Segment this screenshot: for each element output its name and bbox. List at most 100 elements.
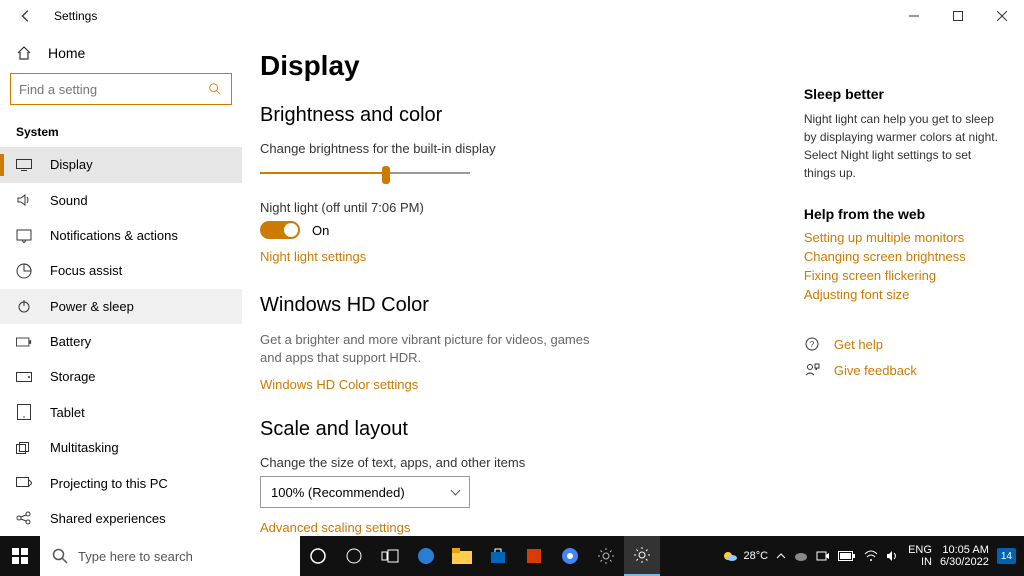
tb-settings-running-icon[interactable] — [624, 536, 660, 576]
multitasking-icon — [16, 440, 32, 456]
tb-chrome-icon[interactable] — [552, 536, 588, 576]
taskbar: Type here to search 28°C ENG IN 10:05 AM… — [0, 536, 1024, 576]
sidebar-item-label: Projecting to this PC — [50, 476, 168, 491]
page-title: Display — [260, 50, 780, 82]
tb-edge-icon[interactable] — [408, 536, 444, 576]
sidebar-item-label: Storage — [50, 369, 96, 384]
sleep-better-heading: Sleep better — [804, 86, 1000, 102]
sidebar-item-label: Notifications & actions — [50, 228, 178, 243]
text-size-value: 100% (Recommended) — [271, 485, 405, 500]
help-link-monitors[interactable]: Setting up multiple monitors — [804, 230, 1000, 245]
main-content: Display Brightness and color Change brig… — [242, 32, 1024, 536]
display-icon — [16, 157, 32, 173]
right-panel: Sleep better Night light can help you ge… — [804, 50, 1000, 536]
power-icon — [16, 298, 32, 314]
sidebar-item-storage[interactable]: Storage — [0, 359, 242, 394]
tb-circle-icon[interactable] — [300, 536, 336, 576]
minimize-button[interactable] — [892, 0, 936, 32]
tray-volume-icon[interactable] — [886, 550, 900, 562]
home-button[interactable]: Home — [0, 32, 242, 73]
sidebar-item-shared-experiences[interactable]: Shared experiences — [0, 501, 242, 536]
tray-wifi-icon[interactable] — [864, 550, 878, 562]
taskbar-pinned — [300, 536, 660, 576]
sidebar-group: System — [0, 115, 242, 147]
sidebar-item-display[interactable]: Display — [0, 147, 242, 182]
system-tray: 28°C ENG IN 10:05 AM 6/30/2022 14 — [722, 544, 1024, 568]
tb-store-icon[interactable] — [480, 536, 516, 576]
tray-onedrive-icon[interactable] — [794, 551, 808, 561]
start-button[interactable] — [0, 536, 40, 576]
titlebar: Settings — [0, 0, 1024, 32]
home-icon — [16, 45, 32, 61]
shared-icon — [16, 510, 32, 526]
notifications-icon — [16, 228, 32, 244]
search-icon — [52, 548, 68, 564]
tablet-icon — [16, 404, 32, 420]
svg-text:?: ? — [810, 340, 815, 349]
close-button[interactable] — [980, 0, 1024, 32]
sidebar-item-focus-assist[interactable]: Focus assist — [0, 253, 242, 288]
sidebar-item-label: Sound — [50, 193, 88, 208]
sidebar-item-label: Display — [50, 157, 93, 172]
get-help-label: Get help — [834, 337, 883, 352]
help-link-fontsize[interactable]: Adjusting font size — [804, 287, 1000, 302]
sleep-better-text: Night light can help you get to sleep by… — [804, 110, 1000, 182]
sidebar-item-tablet[interactable]: Tablet — [0, 395, 242, 430]
tb-explorer-icon[interactable] — [444, 536, 480, 576]
tb-settings-pin-icon[interactable] — [588, 536, 624, 576]
tray-chevron-up-icon[interactable] — [776, 551, 786, 561]
brightness-slider[interactable] — [260, 162, 470, 186]
taskbar-search[interactable]: Type here to search — [40, 536, 300, 576]
feedback-label: Give feedback — [834, 363, 917, 378]
night-light-settings-link[interactable]: Night light settings — [260, 249, 780, 264]
help-heading: Help from the web — [804, 206, 1000, 222]
help-icon: ? — [804, 336, 820, 352]
sidebar-item-projecting[interactable]: Projecting to this PC — [0, 465, 242, 500]
tb-taskview-icon[interactable] — [372, 536, 408, 576]
sidebar-item-label: Focus assist — [50, 263, 122, 278]
sidebar-item-notifications[interactable]: Notifications & actions — [0, 218, 242, 253]
search-icon — [207, 81, 223, 97]
advanced-scaling-link[interactable]: Advanced scaling settings — [260, 520, 780, 535]
get-help-link[interactable]: ? Get help — [804, 336, 1000, 352]
weather-widget[interactable]: 28°C — [722, 548, 769, 564]
hdcolor-desc: Get a brighter and more vibrant picture … — [260, 331, 600, 367]
tray-language[interactable]: ENG IN — [908, 544, 932, 568]
tray-battery-icon[interactable] — [838, 551, 856, 561]
tray-meet-icon[interactable] — [816, 550, 830, 562]
projecting-icon — [16, 475, 32, 491]
battery-icon — [16, 334, 32, 350]
taskbar-search-placeholder: Type here to search — [78, 549, 193, 564]
night-light-toggle[interactable] — [260, 221, 300, 239]
help-link-flickering[interactable]: Fixing screen flickering — [804, 268, 1000, 283]
sidebar-item-multitasking[interactable]: Multitasking — [0, 430, 242, 465]
hdcolor-link[interactable]: Windows HD Color settings — [260, 377, 780, 392]
maximize-button[interactable] — [936, 0, 980, 32]
sidebar-item-label: Battery — [50, 334, 91, 349]
text-size-label: Change the size of text, apps, and other… — [260, 455, 780, 470]
back-button[interactable] — [14, 4, 38, 28]
chevron-down-icon — [451, 486, 461, 496]
search-settings-input[interactable] — [10, 73, 232, 105]
tb-office-icon[interactable] — [516, 536, 552, 576]
section-hdcolor: Windows HD Color — [260, 294, 780, 317]
window-controls — [892, 0, 1024, 32]
home-label: Home — [48, 45, 85, 61]
sidebar-item-battery[interactable]: Battery — [0, 324, 242, 359]
tray-clock[interactable]: 10:05 AM 6/30/2022 — [940, 544, 989, 568]
sidebar-item-label: Power & sleep — [50, 299, 134, 314]
tb-cortana-icon[interactable] — [336, 536, 372, 576]
sidebar-item-label: Shared experiences — [50, 511, 166, 526]
feedback-link[interactable]: Give feedback — [804, 362, 1000, 378]
sidebar-item-sound[interactable]: Sound — [0, 183, 242, 218]
search-field[interactable] — [19, 82, 207, 97]
window-title: Settings — [54, 9, 97, 23]
text-size-dropdown[interactable]: 100% (Recommended) — [260, 476, 470, 508]
feedback-icon — [804, 362, 820, 378]
storage-icon — [16, 369, 32, 385]
help-link-brightness[interactable]: Changing screen brightness — [804, 249, 1000, 264]
tray-notifications-icon[interactable]: 14 — [997, 548, 1016, 564]
sidebar-item-power-sleep[interactable]: Power & sleep — [0, 289, 242, 324]
sidebar-item-label: Multitasking — [50, 440, 119, 455]
weather-temp: 28°C — [744, 550, 769, 562]
